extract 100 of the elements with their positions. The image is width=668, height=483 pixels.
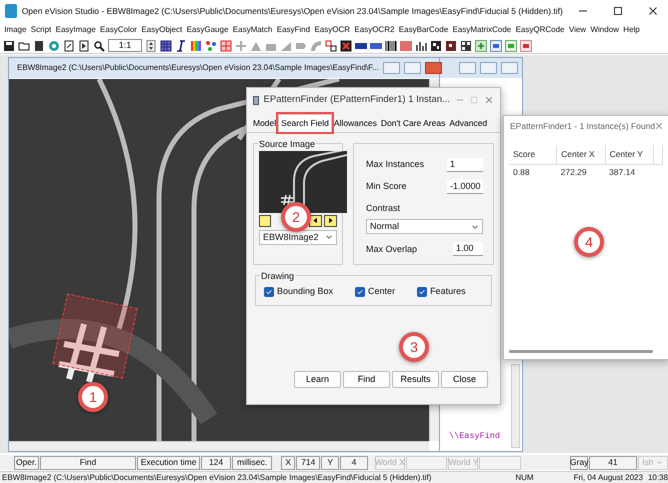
menu-item[interactable]: EasyOCR2 <box>352 24 397 36</box>
caret-icon <box>325 233 333 242</box>
tab[interactable]: Model <box>251 114 278 132</box>
menu-item[interactable]: Script <box>28 24 54 36</box>
checkbox[interactable] <box>264 287 274 297</box>
script-text: \\EasyFind <box>449 430 500 443</box>
menu-item[interactable]: EasyBarCode <box>396 24 450 36</box>
magnifier-icon[interactable] <box>93 40 105 52</box>
window-icon[interactable] <box>505 40 517 52</box>
menu-item[interactable]: EasyGauge <box>184 24 231 36</box>
open-folder-icon[interactable] <box>18 40 30 52</box>
save-icon[interactable] <box>3 40 15 52</box>
dialog-button[interactable]: Find <box>343 370 390 388</box>
window-icon[interactable] <box>490 40 502 52</box>
caret-icon <box>656 459 664 466</box>
dialog-title: EPatternFinder (EPatternFinder1) 1 Instan... <box>264 92 450 107</box>
status-value: 124 <box>200 456 232 470</box>
input-field[interactable]: -1.0000 <box>447 180 483 194</box>
dialog-button[interactable]: Learn <box>294 370 341 388</box>
status-value: Execution time <box>137 456 200 470</box>
group-label: Drawing <box>260 270 296 284</box>
menu-item[interactable]: EasyColor <box>98 24 140 36</box>
image-dropdown[interactable]: EBW8Image2 <box>259 230 337 245</box>
matrix-code-icon[interactable] <box>430 40 442 52</box>
menu-item[interactable]: EasyMatch <box>230 24 275 36</box>
color-bars-icon[interactable] <box>190 40 202 52</box>
contrast-dropdown[interactable]: Normal <box>366 219 483 234</box>
tab[interactable]: Search Field <box>278 114 332 132</box>
cross-box-icon[interactable] <box>340 40 352 52</box>
bars-icon[interactable] <box>415 40 427 52</box>
menu-item[interactable]: Help <box>621 24 642 36</box>
field-label: Min Score <box>366 180 407 193</box>
input-field[interactable]: 1 <box>447 158 483 172</box>
scrollbar[interactable] <box>509 350 653 353</box>
status-label: Y <box>321 456 340 470</box>
table-cell: 387.14 <box>605 164 654 180</box>
tab[interactable]: Don't Care Areas <box>378 114 448 132</box>
tab[interactable]: Advanced <box>447 114 490 132</box>
spinner-icon[interactable] <box>145 40 157 52</box>
grid-icon[interactable] <box>160 40 172 52</box>
dialog-button[interactable]: Close <box>441 370 488 388</box>
status-path: EBW8Image2 (C:\Users\Public\Documents\Euresys\Open eVision 23.04\Sample Images\EasyFind\Fiducial 5 (Hidden).tif) <box>2 472 432 483</box>
status-label: World X <box>374 456 405 470</box>
checkbox[interactable] <box>355 287 366 297</box>
new-file-button[interactable] <box>259 214 271 227</box>
scrollbar[interactable] <box>511 364 520 448</box>
status-value: 4 <box>340 456 368 470</box>
document-icon[interactable] <box>63 40 75 52</box>
app-logo-icon <box>5 4 17 18</box>
window-icon[interactable] <box>520 40 532 52</box>
table-cell: 0.88 <box>509 164 557 180</box>
status-date: Fri, 04 August 2023 <box>574 472 643 483</box>
field-label: Contrast <box>366 202 402 215</box>
next-button[interactable] <box>324 214 337 227</box>
qr-code-icon[interactable] <box>460 40 472 52</box>
tab[interactable]: Allowances <box>332 114 379 132</box>
close-button[interactable] <box>655 122 664 130</box>
menu-item[interactable]: EasyImage <box>53 24 98 36</box>
window-title: EBW8Image2 (C:\Users\Public\Documents\Euresys\Open eVision 23.04\Sample Images\EasyFind\F... <box>17 62 379 74</box>
status-value: Find <box>40 456 136 470</box>
squares-icon[interactable] <box>325 40 337 52</box>
input-field[interactable]: 1.00 <box>453 242 483 256</box>
caret-icon <box>471 222 479 231</box>
barcode-icon[interactable] <box>385 40 397 52</box>
menu-item[interactable]: Window <box>588 24 622 36</box>
menu-item[interactable]: View <box>566 24 588 36</box>
status-time: 10:38 <box>648 472 668 483</box>
table-cell: 272.29 <box>556 164 606 180</box>
add-icon[interactable] <box>475 40 487 52</box>
menu-item[interactable]: EasyQRCode <box>513 24 567 36</box>
status-value: 41 <box>589 456 637 470</box>
column-header <box>653 144 662 164</box>
menu-item[interactable]: EasyFind <box>274 24 312 36</box>
italic-icon[interactable] <box>175 40 187 52</box>
matrix-code-icon[interactable] <box>445 40 457 52</box>
dropdown-value: EBW8Image2 <box>263 230 319 244</box>
previous-button[interactable] <box>309 214 322 227</box>
close-button[interactable] <box>424 62 442 74</box>
close-icon <box>485 96 494 104</box>
dots-icon[interactable] <box>205 40 217 52</box>
zoom-field[interactable]: 1:1 <box>108 39 142 52</box>
menu-item[interactable]: Image <box>2 24 29 36</box>
column-header: Center Y <box>605 144 654 164</box>
close-icon <box>648 6 658 16</box>
checkbox-label: Bounding Box <box>277 285 334 298</box>
dialog-button[interactable]: Results <box>392 370 439 388</box>
status-value: millisec. <box>232 456 272 470</box>
menu-item[interactable]: EasyOCR <box>312 24 352 36</box>
dialog-icon <box>253 96 259 104</box>
menu-item[interactable]: EasyMatrixCode <box>450 24 514 36</box>
column-header: Score <box>509 144 557 164</box>
maximize-icon <box>612 6 623 16</box>
window-title: Open eVision Studio - EBW8Image2 (C:\Users\Public\Documents\Euresys\Open eVision 23.04\Sample Images\EasyFind\Fiducial 5 (Hidden).tif) <box>22 4 563 18</box>
document-icon[interactable] <box>78 40 90 52</box>
checkbox-label: Center <box>368 285 396 298</box>
menu-item[interactable]: EasyObject <box>139 24 184 36</box>
checkbox[interactable] <box>417 287 428 297</box>
scrollbar[interactable] <box>9 441 429 451</box>
status-label: Oper. <box>14 456 39 470</box>
column-header: Center X <box>556 144 606 164</box>
